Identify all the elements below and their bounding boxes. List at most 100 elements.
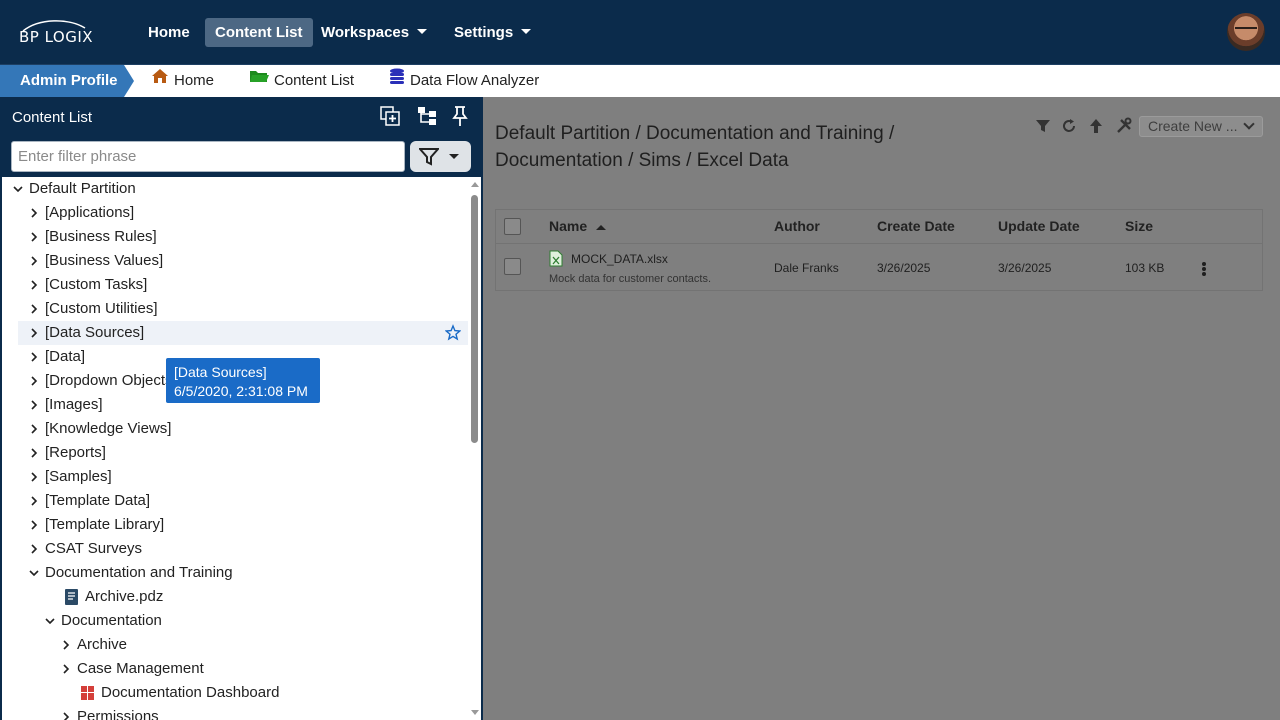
tooltip-date: 6/5/2020, 2:31:08 PM xyxy=(174,383,308,399)
dashboard-icon xyxy=(81,686,94,700)
column-header-size[interactable]: Size xyxy=(1125,210,1153,243)
tree-node[interactable]: Permissions xyxy=(50,705,468,720)
more-options-icon[interactable] xyxy=(1202,262,1206,276)
create-new-label: Create New ... xyxy=(1148,118,1238,134)
nav-home[interactable]: Home xyxy=(138,18,200,47)
tree-node[interactable]: [Business Values] xyxy=(18,249,468,273)
scroll-up-icon[interactable] xyxy=(471,182,479,187)
column-header-name[interactable]: Name xyxy=(549,210,607,243)
crumb-data-flow-analyzer[interactable]: Data Flow Analyzer xyxy=(389,65,539,97)
tree-node[interactable]: [Reports] xyxy=(18,441,468,465)
tree-node[interactable]: [Custom Utilities] xyxy=(18,297,468,321)
tree-node[interactable]: [Template Library] xyxy=(18,513,468,537)
tree-node-label: [Images] xyxy=(45,396,103,413)
tree-node[interactable]: Archive.pdz xyxy=(62,585,468,609)
filter-dropdown-button[interactable] xyxy=(410,141,471,172)
tree-node[interactable]: [Business Rules] xyxy=(18,225,468,249)
create-new-dropdown[interactable]: Create New ... xyxy=(1139,116,1263,137)
top-navbar: BP LOGIX Home Content List Workspaces Se… xyxy=(0,0,1280,65)
crumb-content-list-label: Content List xyxy=(274,72,355,89)
chevron-down-icon xyxy=(521,28,532,34)
chevron-right-icon xyxy=(31,376,38,386)
page-title: Default Partition / Documentation and Tr… xyxy=(495,123,895,171)
tree-node-label: Case Management xyxy=(77,660,204,677)
crumb-home-label: Home xyxy=(174,72,215,89)
create-date-cell: 3/26/2025 xyxy=(877,261,931,275)
chevron-down-icon xyxy=(417,28,428,34)
header-divider xyxy=(496,243,1262,244)
tree-node[interactable]: [Custom Tasks] xyxy=(18,273,468,297)
tree-node-label: [Reports] xyxy=(45,444,106,461)
crumb-content-list[interactable]: Content List xyxy=(249,65,354,97)
chevron-down-icon xyxy=(45,618,55,625)
tree-node[interactable]: [Knowledge Views] xyxy=(18,417,468,441)
pin-icon[interactable] xyxy=(449,105,471,127)
up-arrow-icon[interactable] xyxy=(1087,117,1105,135)
update-date-cell: 3/26/2025 xyxy=(998,261,1052,275)
tree-node-label: Archive.pdz xyxy=(85,588,164,605)
tree-node-label: Default Partition xyxy=(29,180,136,197)
content-list-panel: Content List Default Partition [Applicat… xyxy=(0,97,483,720)
document-icon xyxy=(65,589,78,605)
filter-icon xyxy=(419,148,439,166)
bplogix-logo[interactable]: BP LOGIX xyxy=(19,20,105,46)
tree-node-label: [Custom Utilities] xyxy=(45,300,158,317)
tree-node-tooltip: [Data Sources] 6/5/2020, 2:31:08 PM xyxy=(166,358,320,403)
tree-node[interactable]: Documentation xyxy=(34,609,468,633)
chevron-down-icon xyxy=(1243,118,1255,130)
tree-node-label: [Business Values] xyxy=(45,252,164,269)
tree-node[interactable]: [Data Sources] xyxy=(18,321,468,345)
tree-structure-icon[interactable] xyxy=(416,105,438,127)
crumb-home[interactable]: Home xyxy=(151,65,214,97)
chevron-right-icon xyxy=(31,496,38,506)
tools-icon[interactable] xyxy=(1115,117,1133,135)
excel-file-icon xyxy=(549,250,563,267)
scroll-thumb[interactable] xyxy=(471,195,478,443)
tree-node[interactable]: [Samples] xyxy=(18,465,468,489)
tree-node-label: [Business Rules] xyxy=(45,228,157,245)
tree-node[interactable]: Archive xyxy=(50,633,468,657)
refresh-icon[interactable] xyxy=(1060,117,1078,135)
scroll-down-icon[interactable] xyxy=(471,710,479,715)
filter-icon[interactable] xyxy=(1034,117,1052,135)
column-header-create-date[interactable]: Create Date xyxy=(877,210,955,243)
chevron-right-icon xyxy=(31,256,38,266)
select-all-checkbox[interactable] xyxy=(504,218,521,235)
tree-node[interactable]: [Applications] xyxy=(18,201,468,225)
chevron-right-icon xyxy=(31,232,38,242)
chevron-right-icon xyxy=(63,640,70,650)
tree-scrollbar[interactable] xyxy=(468,177,481,720)
row-checkbox[interactable] xyxy=(504,258,521,275)
main-content: Default Partition / Documentation and Tr… xyxy=(483,97,1280,720)
author-cell: Dale Franks xyxy=(774,261,839,275)
add-copy-icon[interactable] xyxy=(379,105,401,127)
tree-node[interactable]: Case Management xyxy=(50,657,468,681)
tree-node-label: [Applications] xyxy=(45,204,135,221)
nav-settings[interactable]: Settings xyxy=(444,18,541,47)
tree-node[interactable]: CSAT Surveys xyxy=(18,537,468,561)
column-header-author[interactable]: Author xyxy=(774,210,820,243)
tree-node[interactable]: Documentation and Training xyxy=(18,561,468,585)
tree-node[interactable]: Documentation Dashboard xyxy=(78,681,468,705)
nav-workspaces[interactable]: Workspaces xyxy=(311,18,437,47)
tree-node[interactable]: [Template Data] xyxy=(18,489,468,513)
chevron-down-icon xyxy=(13,186,23,193)
file-name-link[interactable]: MOCK_DATA.xlsx xyxy=(571,252,668,266)
chevron-right-icon xyxy=(31,544,38,554)
chevron-right-icon xyxy=(31,472,38,482)
nav-content-list[interactable]: Content List xyxy=(205,18,313,47)
chevron-down-icon xyxy=(29,570,39,577)
nav-settings-label: Settings xyxy=(454,24,514,41)
filter-input[interactable] xyxy=(11,141,405,172)
tree-node[interactable]: Default Partition xyxy=(2,177,468,201)
chevron-right-icon xyxy=(31,208,38,218)
chevron-right-icon xyxy=(63,664,70,674)
tooltip-title: [Data Sources] xyxy=(174,364,267,380)
home-icon xyxy=(151,64,169,96)
user-avatar[interactable] xyxy=(1227,13,1265,51)
column-header-update-date[interactable]: Update Date xyxy=(998,210,1080,243)
admin-profile-tab[interactable]: Admin Profile xyxy=(0,65,134,97)
folder-icon xyxy=(249,64,269,96)
star-icon[interactable] xyxy=(445,321,461,345)
content-tree: Default Partition [Applications] [Busine… xyxy=(2,177,468,720)
